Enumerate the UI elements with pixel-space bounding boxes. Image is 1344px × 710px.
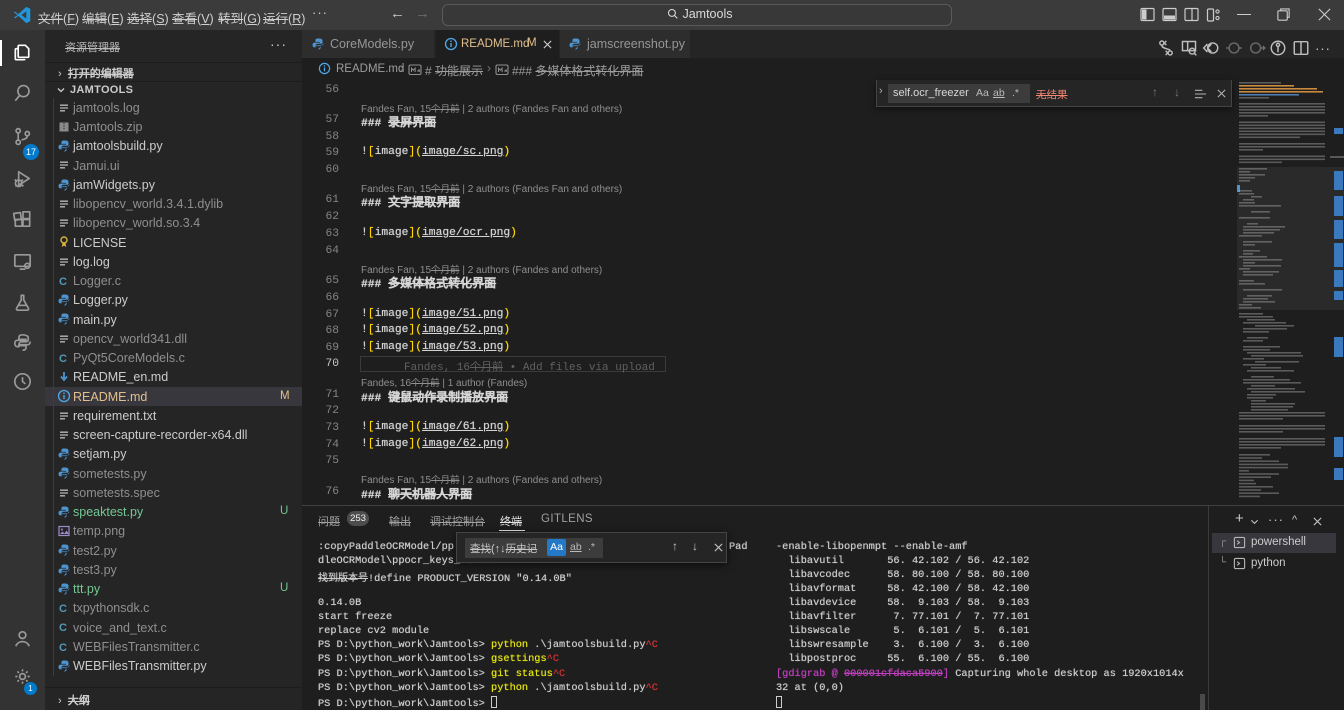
svg-text:C: C	[59, 276, 67, 288]
svg-text:C: C	[59, 622, 67, 634]
svg-text:C: C	[59, 603, 67, 615]
svg-text:C: C	[59, 642, 67, 654]
svg-text:C: C	[59, 353, 67, 365]
